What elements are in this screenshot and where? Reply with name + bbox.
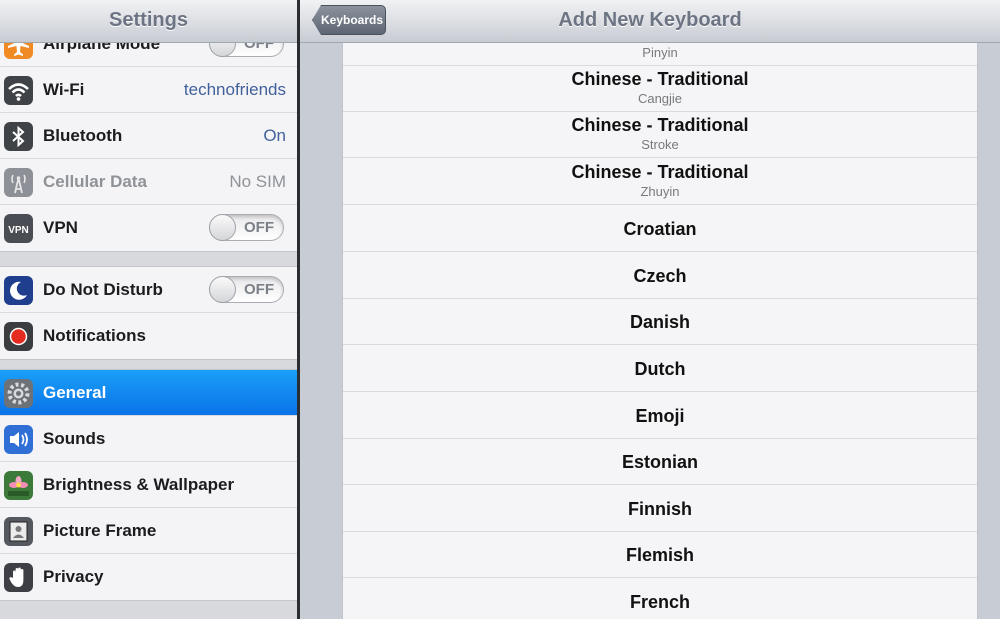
flower-icon	[4, 471, 33, 500]
sidebar-title: Settings	[0, 0, 297, 43]
toggle-knob	[209, 214, 236, 241]
vpn-toggle[interactable]: OFF	[209, 214, 284, 241]
notifications-icon	[4, 322, 33, 351]
toggle-state: OFF	[244, 219, 274, 236]
sidebar-item-label: Sounds	[43, 429, 106, 448]
keyboard-variant: Cangjie	[637, 91, 683, 106]
cellular-status: No SIM	[229, 172, 286, 191]
navigation-bar: Add New Keyboard Keyboards	[300, 0, 1000, 43]
sidebar-item-label: Do Not Disturb	[43, 280, 163, 299]
keyboard-name: Chinese - Traditional	[571, 69, 749, 89]
split-divider	[297, 0, 300, 619]
wifi-icon	[4, 76, 33, 105]
keyboard-row-emoji[interactable]: Emoji	[343, 393, 977, 439]
keyboard-variant: Stroke	[641, 137, 679, 152]
sidebar-item-general[interactable]: General	[0, 370, 297, 416]
sidebar-item-label: VPN	[43, 218, 78, 237]
settings-sidebar: Settings Airplane Mode OFF Wi-Fi technof…	[0, 0, 297, 619]
sidebar-item-label: Wi-Fi	[43, 80, 85, 99]
keyboard-row-danish[interactable]: Danish	[343, 299, 977, 345]
sidebar-item-do-not-disturb[interactable]: Do Not Disturb OFF	[0, 267, 297, 313]
sidebar-item-picture-frame[interactable]: Picture Frame	[0, 508, 297, 554]
sidebar-item-label: Brightness & Wallpaper	[43, 475, 235, 494]
sidebar-item-sounds[interactable]: Sounds	[0, 416, 297, 462]
sidebar-item-cellular-data[interactable]: Cellular Data No SIM	[0, 159, 297, 205]
keyboard-name: Dutch	[634, 359, 686, 379]
bluetooth-icon	[4, 122, 33, 151]
keyboard-variant: Pinyin	[642, 45, 678, 60]
do-not-disturb-toggle[interactable]: OFF	[209, 276, 284, 303]
back-button[interactable]: Keyboards	[312, 5, 386, 35]
moon-icon	[4, 276, 33, 305]
bluetooth-status: On	[263, 126, 286, 145]
keyboard-row-croatian[interactable]: Croatian	[343, 206, 977, 252]
sidebar-item-vpn[interactable]: VPN VPN OFF	[0, 205, 297, 251]
keyboard-name: Finnish	[628, 499, 692, 519]
keyboard-list: Pinyin Chinese - Traditional Cangjie Chi…	[342, 43, 978, 619]
keyboard-row-czech[interactable]: Czech	[343, 253, 977, 299]
sidebar-item-privacy[interactable]: Privacy	[0, 554, 297, 600]
sidebar-item-label: Picture Frame	[43, 521, 157, 540]
page-title: Add New Keyboard	[558, 9, 742, 31]
keyboard-name: Flemish	[625, 545, 695, 565]
cellular-antenna-icon	[4, 168, 33, 197]
wifi-network-name: technofriends	[183, 80, 286, 99]
vpn-icon: VPN	[4, 214, 33, 243]
hand-icon	[4, 563, 33, 592]
keyboard-name: Chinese - Traditional	[571, 115, 749, 135]
keyboard-name: Emoji	[635, 406, 685, 426]
keyboard-row-dutch[interactable]: Dutch	[343, 346, 977, 392]
keyboard-name: Chinese - Traditional	[571, 162, 749, 182]
sidebar-item-label: Notifications	[43, 326, 146, 345]
keyboard-name: Croatian	[623, 219, 697, 239]
toggle-knob	[209, 276, 236, 303]
toggle-state: OFF	[244, 281, 274, 298]
svg-text:VPN: VPN	[8, 225, 29, 236]
speaker-icon	[4, 425, 33, 454]
keyboard-variant: Zhuyin	[640, 184, 680, 199]
settings-group-connectivity: Airplane Mode OFF Wi-Fi technofriends Bl…	[0, 20, 297, 252]
sidebar-item-wifi[interactable]: Wi-Fi technofriends	[0, 67, 297, 113]
settings-group-general: General Sounds Brightness & Wallpaper Pi…	[0, 369, 297, 601]
keyboard-row-french[interactable]: French	[343, 579, 977, 619]
sidebar-item-bluetooth[interactable]: Bluetooth On	[0, 113, 297, 159]
gear-icon	[4, 379, 33, 408]
sidebar-item-brightness-wallpaper[interactable]: Brightness & Wallpaper	[0, 462, 297, 508]
keyboard-row-chinese-zhuyin[interactable]: Chinese - Traditional Zhuyin	[343, 159, 977, 205]
keyboard-row-chinese-stroke[interactable]: Chinese - Traditional Stroke	[343, 112, 977, 158]
settings-group-notifications: Do Not Disturb OFF Notifications	[0, 266, 297, 360]
keyboard-name: French	[629, 592, 690, 612]
keyboard-row-finnish[interactable]: Finnish	[343, 486, 977, 532]
sidebar-item-label: Privacy	[43, 567, 104, 586]
keyboard-name: Czech	[633, 266, 687, 286]
sidebar-item-notifications[interactable]: Notifications	[0, 313, 297, 359]
sidebar-item-label: Cellular Data	[43, 172, 147, 191]
keyboard-row-flemish[interactable]: Flemish	[343, 532, 977, 578]
keyboard-row-estonian[interactable]: Estonian	[343, 439, 977, 485]
keyboard-row-chinese-cangjie[interactable]: Chinese - Traditional Cangjie	[343, 66, 977, 112]
keyboard-name: Danish	[629, 312, 690, 332]
sidebar-item-label: General	[43, 383, 107, 402]
sidebar-item-label: Bluetooth	[43, 126, 123, 145]
keyboard-name: Estonian	[621, 452, 698, 472]
keyboard-row-pinyin[interactable]: Pinyin	[343, 43, 977, 66]
picture-frame-icon	[4, 517, 33, 546]
